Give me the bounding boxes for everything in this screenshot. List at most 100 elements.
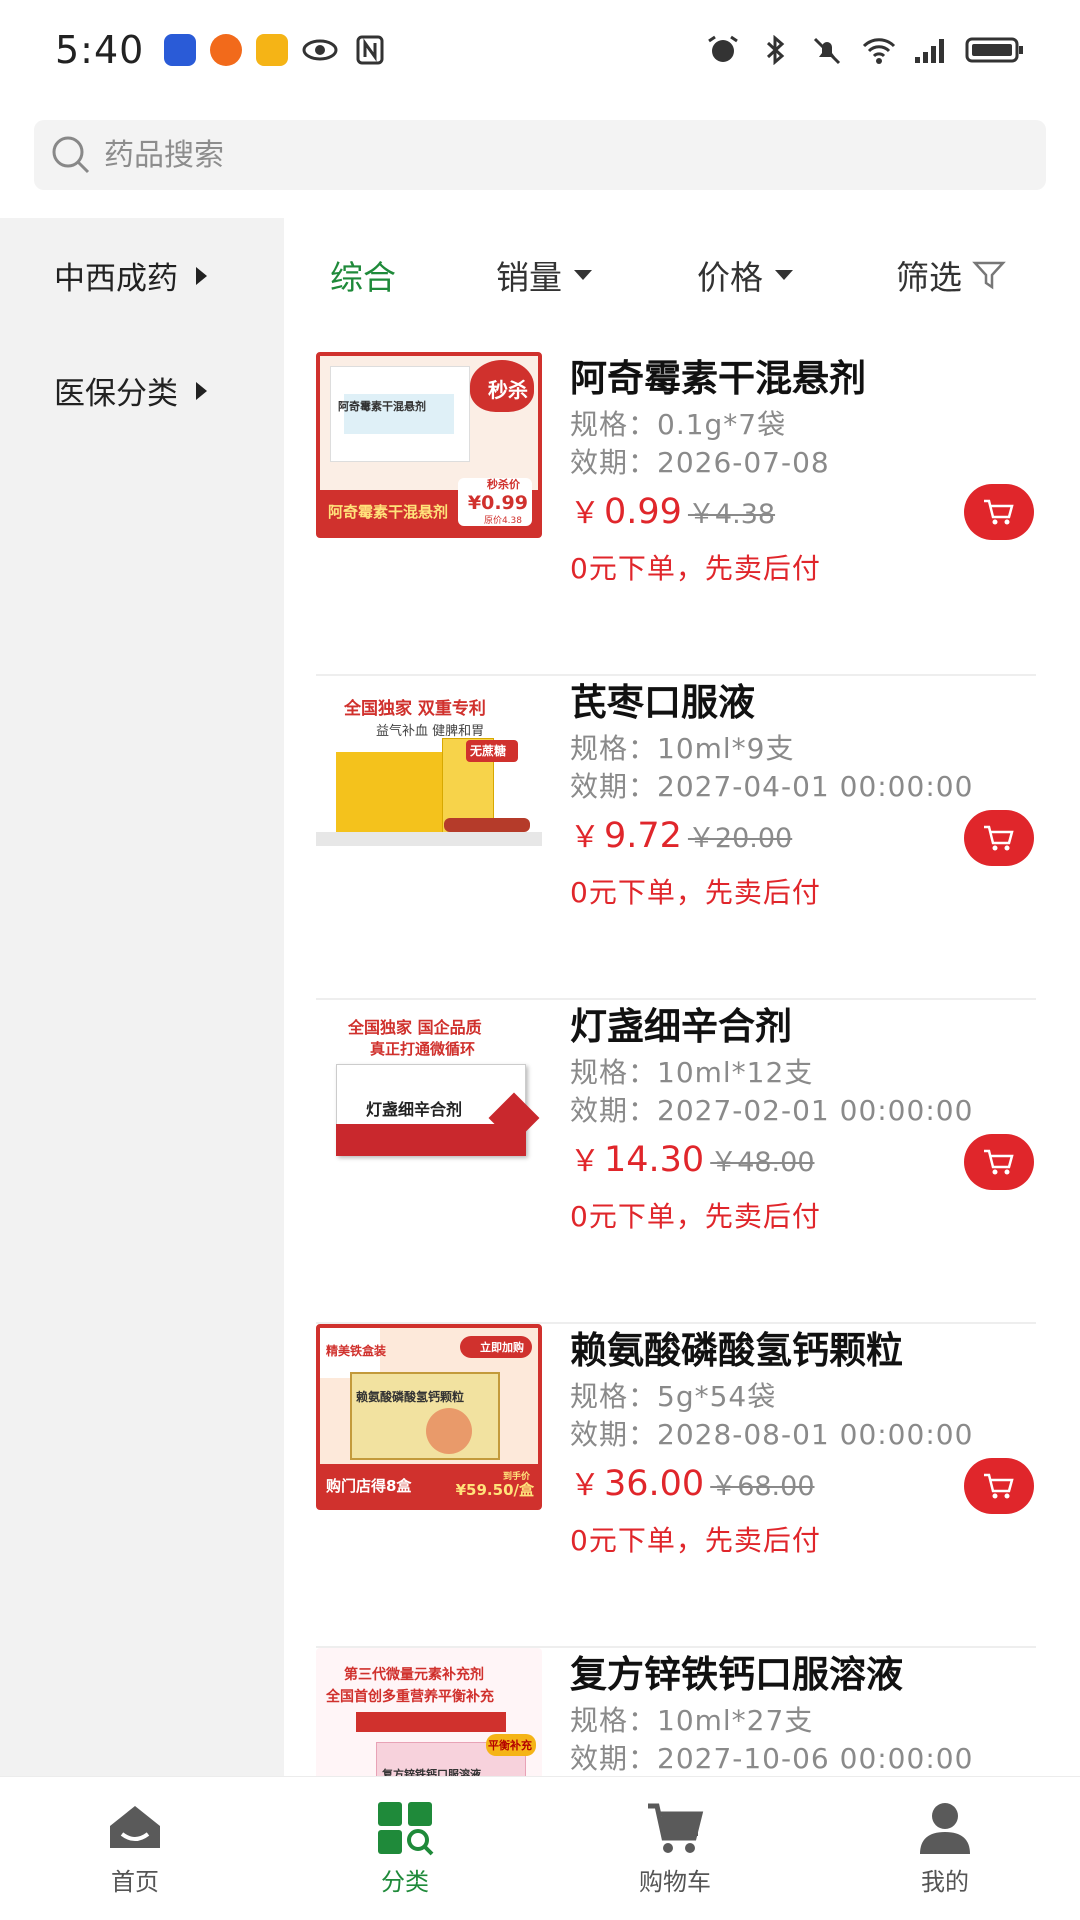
sort-label: 综合 bbox=[330, 258, 396, 297]
product-info: 赖氨酸磷酸氢钙颗粒 规格：5g*54袋 效期：2028-08-01 00:00:… bbox=[570, 1324, 1036, 1568]
sugar-free-text: 无蔗糖 bbox=[470, 744, 507, 758]
sort-sales[interactable]: 销量 bbox=[496, 251, 592, 299]
product-info: 复方锌铁钙口服溶液 规格：10ml*27支 效期：2027-10-06 00:0… bbox=[570, 1648, 1036, 1777]
add-to-cart-button[interactable] bbox=[964, 1458, 1034, 1514]
product-image[interactable]: 全国独家 国企品质 真正打通微循环 灯盏细辛合剂 bbox=[316, 1000, 542, 1186]
promo-text: 0元下单，先卖后付 bbox=[570, 552, 821, 585]
sidebar-item-label: 中西成药 bbox=[54, 261, 178, 297]
product-spec: 规格：10ml*27支 bbox=[570, 1704, 814, 1737]
slogan-text: 益气补血 健脾和胃 bbox=[376, 724, 485, 739]
category-icon bbox=[378, 1802, 434, 1856]
filter-icon bbox=[972, 261, 1006, 290]
price-tag-value: ¥59.50/盒 bbox=[455, 1481, 534, 1499]
search-bar[interactable] bbox=[34, 120, 1046, 190]
app-notification-icon bbox=[210, 34, 243, 66]
nav-category[interactable]: 分类 bbox=[270, 1777, 540, 1920]
box-title-text: 赖氨酸磷酸氢钙颗粒 bbox=[356, 1390, 465, 1404]
battery-icon bbox=[965, 37, 1023, 63]
app-notification-icon bbox=[164, 34, 197, 66]
sort-bar: 综合 销量 价格 筛选 bbox=[284, 225, 1080, 325]
price-value: 9.72 bbox=[604, 816, 682, 856]
nav-cart[interactable]: 购物车 bbox=[540, 1777, 810, 1920]
status-time: 5:40 bbox=[55, 28, 145, 72]
cart-icon bbox=[984, 499, 1014, 525]
slogan-text: 第三代微量元素补充剂 bbox=[344, 1667, 484, 1683]
add-to-cart-button[interactable] bbox=[964, 484, 1034, 540]
product-name[interactable]: 灯盏细辛合剂 bbox=[570, 1000, 1036, 1054]
add-to-cart-button[interactable] bbox=[964, 810, 1034, 866]
product-card[interactable]: 全国独家 双重专利 益气补血 健脾和胃 无蔗糖 芪枣口服液 规格：10ml*9支… bbox=[316, 676, 1036, 1000]
slogan-text: 真正打通微循环 bbox=[370, 1040, 476, 1058]
cart-icon bbox=[648, 1803, 704, 1853]
product-expiry: 效期：2027-10-06 00:00:00 bbox=[570, 1742, 974, 1775]
currency-symbol: ￥ bbox=[570, 1468, 600, 1503]
price-value: 0.99 bbox=[604, 492, 682, 532]
product-box-graphic bbox=[336, 1124, 526, 1156]
product-expiry: 效期：2026-07-08 bbox=[570, 446, 830, 479]
search-icon bbox=[52, 136, 90, 174]
product-card[interactable]: 秒杀 阿奇霉素干混悬剂 阿奇霉素干混悬剂 秒杀价 ¥0.99 原价4.38 阿奇… bbox=[316, 352, 1036, 676]
product-card[interactable]: 精美铁盒装 立即加购 赖氨酸磷酸氢钙颗粒 购门店得8盒 到手价 ¥59.50/盒… bbox=[316, 1324, 1036, 1648]
caret-down-icon bbox=[775, 270, 793, 280]
bluetooth-icon bbox=[766, 35, 785, 65]
signal-icon bbox=[915, 39, 944, 63]
product-box-graphic bbox=[356, 1712, 506, 1732]
sort-label: 筛选 bbox=[896, 258, 962, 297]
tin-box-text: 精美铁盒装 bbox=[326, 1344, 387, 1358]
caret-right-icon bbox=[196, 381, 207, 400]
buy-now-text: 立即加购 bbox=[480, 1341, 524, 1354]
product-image[interactable]: 全国独家 双重专利 益气补血 健脾和胃 无蔗糖 bbox=[316, 676, 542, 862]
mute-icon bbox=[813, 37, 841, 65]
product-spec: 规格：10ml*9支 bbox=[570, 732, 795, 765]
product-name[interactable]: 赖氨酸磷酸氢钙颗粒 bbox=[570, 1324, 1036, 1378]
price-tag-value: ¥0.99 bbox=[467, 492, 528, 514]
notification-icons bbox=[164, 34, 388, 66]
sort-comprehensive[interactable]: 综合 bbox=[330, 251, 396, 299]
product-info: 灯盏细辛合剂 规格：10ml*12支 效期：2027-02-01 00:00:0… bbox=[570, 1000, 1036, 1244]
mail-notification-icon bbox=[256, 34, 289, 66]
nav-label: 分类 bbox=[381, 1868, 429, 1896]
product-info: 芪枣口服液 规格：10ml*9支 效期：2027-04-01 00:00:00 … bbox=[570, 676, 1036, 920]
sidebar-item-chinese-western-medicine[interactable]: 中西成药 bbox=[0, 218, 284, 333]
product-image[interactable]: 第三代微量元素补充剂 全国首创多重营养平衡补充 平衡补充 复方锌铁钙口服溶液 bbox=[316, 1648, 542, 1777]
sort-price[interactable]: 价格 bbox=[697, 251, 793, 299]
product-list: 秒杀 阿奇霉素干混悬剂 阿奇霉素干混悬剂 秒杀价 ¥0.99 原价4.38 阿奇… bbox=[316, 352, 1036, 1777]
status-bar: 5:40 bbox=[0, 0, 1080, 100]
cart-icon bbox=[984, 825, 1014, 851]
shelf-graphic bbox=[316, 832, 542, 846]
product-spec: 规格：10ml*12支 bbox=[570, 1056, 814, 1089]
search-input[interactable] bbox=[104, 137, 904, 173]
box-title-text: 灯盏细辛合剂 bbox=[366, 1100, 463, 1119]
nav-profile[interactable]: 我的 bbox=[810, 1777, 1080, 1920]
nav-home[interactable]: 首页 bbox=[0, 1777, 270, 1920]
price-tag-orig: 原价4.38 bbox=[483, 516, 522, 526]
alarm-icon bbox=[708, 35, 738, 62]
product-spec: 规格：0.1g*7袋 bbox=[570, 408, 787, 441]
profile-icon bbox=[920, 1803, 970, 1854]
sidebar-item-insurance-category[interactable]: 医保分类 bbox=[0, 333, 284, 448]
currency-symbol: ￥ bbox=[570, 820, 600, 855]
promo-text: 0元下单，先卖后付 bbox=[570, 1200, 821, 1233]
cartoon-graphic bbox=[426, 1408, 472, 1454]
sort-label: 销量 bbox=[496, 258, 562, 297]
product-info: 阿奇霉素干混悬剂 规格：0.1g*7袋 效期：2026-07-08 ￥ 0.99 ￥… bbox=[570, 352, 1036, 596]
product-expiry: 效期：2027-02-01 00:00:00 bbox=[570, 1094, 974, 1127]
sort-label: 价格 bbox=[697, 258, 763, 297]
product-image[interactable]: 精美铁盒装 立即加购 赖氨酸磷酸氢钙颗粒 购门店得8盒 到手价 ¥59.50/盒 bbox=[316, 1324, 542, 1510]
product-expiry: 效期：2027-04-01 00:00:00 bbox=[570, 770, 974, 803]
product-card[interactable]: 全国独家 国企品质 真正打通微循环 灯盏细辛合剂 灯盏细辛合剂 规格：10ml*… bbox=[316, 1000, 1036, 1324]
product-name[interactable]: 阿奇霉素干混悬剂 bbox=[570, 352, 1036, 406]
promo-text: 0元下单，先卖后付 bbox=[570, 1524, 821, 1557]
slogan-text: 全国独家 国企品质 bbox=[348, 1018, 482, 1037]
banner-text: 购门店得8盒 bbox=[326, 1477, 412, 1495]
eye-icon bbox=[302, 39, 338, 61]
product-card[interactable]: 第三代微量元素补充剂 全国首创多重营养平衡补充 平衡补充 复方锌铁钙口服溶液 复… bbox=[316, 1648, 1036, 1777]
add-to-cart-button[interactable] bbox=[964, 1134, 1034, 1190]
product-name[interactable]: 芪枣口服液 bbox=[570, 676, 1036, 730]
product-name[interactable]: 复方锌铁钙口服溶液 bbox=[570, 1648, 1036, 1702]
filter-button[interactable]: 筛选 bbox=[896, 251, 1006, 299]
original-price: ￥20.00 bbox=[687, 823, 793, 854]
system-status-icons bbox=[705, 35, 1025, 65]
product-image[interactable]: 秒杀 阿奇霉素干混悬剂 阿奇霉素干混悬剂 秒杀价 ¥0.99 原价4.38 bbox=[316, 352, 542, 538]
home-icon bbox=[110, 1806, 160, 1848]
